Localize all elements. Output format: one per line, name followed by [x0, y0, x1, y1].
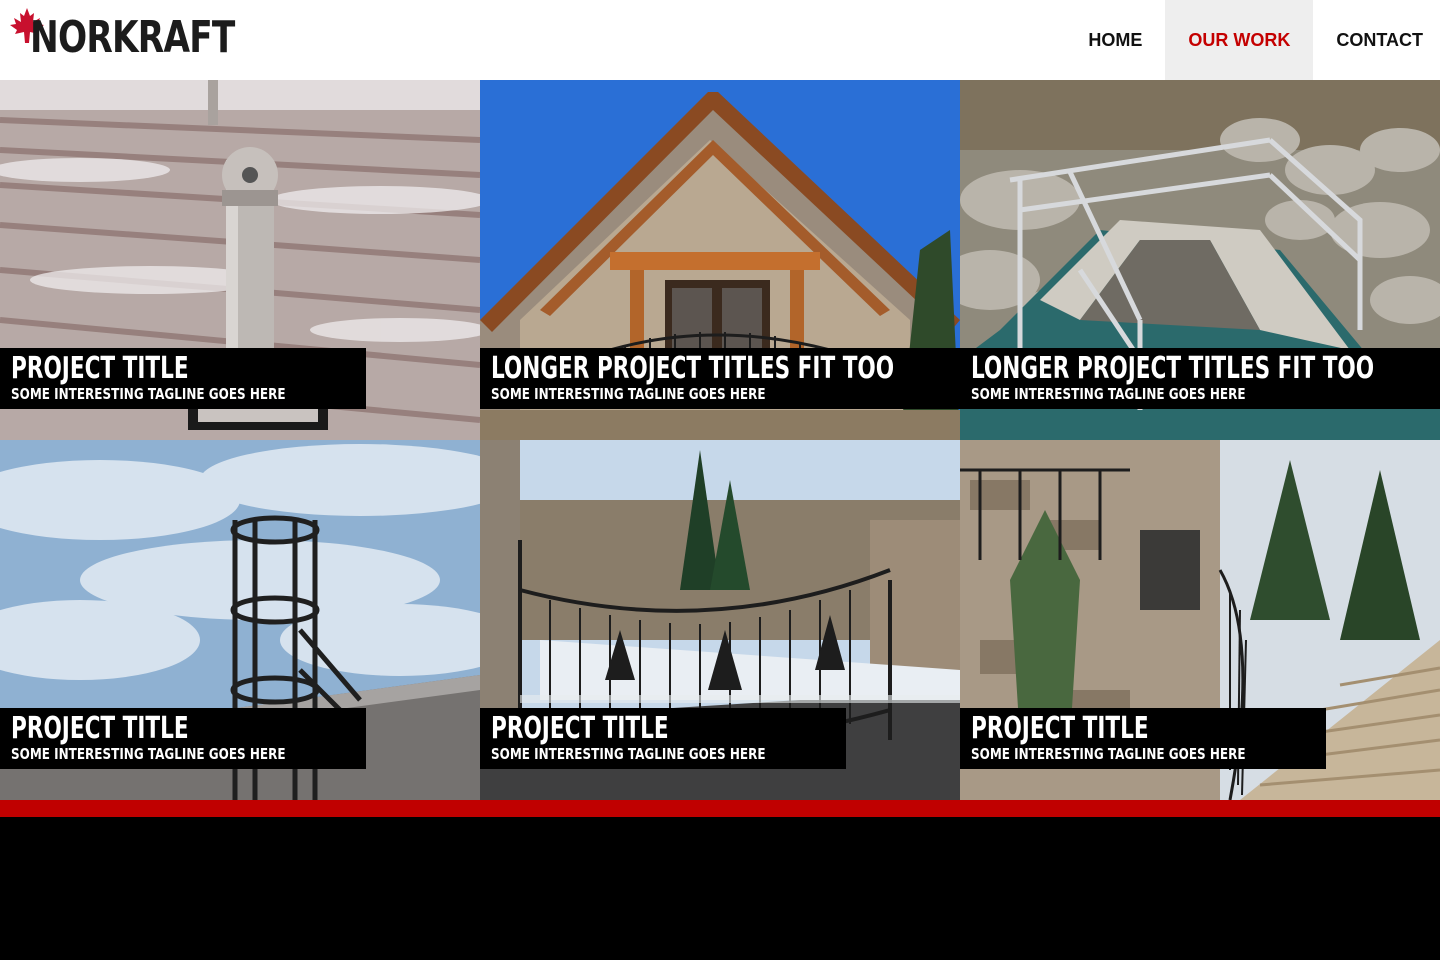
project-caption: LONGER PROJECT TITLES FIT TOO SOME INTER…: [480, 348, 960, 409]
nav-our-work[interactable]: OUR WORK: [1165, 0, 1314, 80]
nav-contact[interactable]: CONTACT: [1313, 0, 1440, 80]
project-caption: PROJECT TITLE SOME INTERESTING TAGLINE G…: [0, 708, 367, 769]
project-tagline: SOME INTERESTING TAGLINE GOES HERE: [971, 745, 1246, 763]
project-title: PROJECT TITLE: [491, 711, 669, 746]
project-title: PROJECT TITLE: [11, 351, 189, 386]
project-tile[interactable]: PROJECT TITLE SOME INTERESTING TAGLINE G…: [0, 440, 480, 800]
project-tagline: SOME INTERESTING TAGLINE GOES HERE: [491, 745, 766, 763]
project-tile[interactable]: PROJECT TITLE SOME INTERESTING TAGLINE G…: [480, 440, 960, 800]
brand-wordmark: NORKRAFT: [30, 12, 235, 63]
site-header: NORKRAFT HOME OUR WORK CONTACT: [0, 0, 1440, 80]
project-grid: PROJECT TITLE SOME INTERESTING TAGLINE G…: [0, 80, 1440, 800]
project-title: LONGER PROJECT TITLES FIT TOO: [971, 351, 1375, 386]
site-footer: [0, 817, 1440, 960]
project-tagline: SOME INTERESTING TAGLINE GOES HERE: [971, 385, 1246, 403]
logo[interactable]: NORKRAFT: [0, 0, 240, 80]
project-caption: LONGER PROJECT TITLES FIT TOO SOME INTER…: [960, 348, 1440, 409]
project-caption: PROJECT TITLE SOME INTERESTING TAGLINE G…: [0, 348, 367, 409]
project-tagline: SOME INTERESTING TAGLINE GOES HERE: [491, 385, 766, 403]
project-tile[interactable]: LONGER PROJECT TITLES FIT TOO SOME INTER…: [960, 80, 1440, 440]
main-nav: HOME OUR WORK CONTACT: [1065, 0, 1440, 80]
footer-accent-bar: [0, 800, 1440, 817]
project-tagline: SOME INTERESTING TAGLINE GOES HERE: [11, 385, 286, 403]
project-tagline: SOME INTERESTING TAGLINE GOES HERE: [11, 745, 286, 763]
project-tile[interactable]: PROJECT TITLE SOME INTERESTING TAGLINE G…: [960, 440, 1440, 800]
project-tile[interactable]: PROJECT TITLE SOME INTERESTING TAGLINE G…: [0, 80, 480, 440]
project-tile[interactable]: LONGER PROJECT TITLES FIT TOO SOME INTER…: [480, 80, 960, 440]
project-caption: PROJECT TITLE SOME INTERESTING TAGLINE G…: [960, 708, 1327, 769]
project-caption: PROJECT TITLE SOME INTERESTING TAGLINE G…: [480, 708, 847, 769]
project-title: PROJECT TITLE: [971, 711, 1149, 746]
project-title: LONGER PROJECT TITLES FIT TOO: [491, 351, 895, 386]
project-title: PROJECT TITLE: [11, 711, 189, 746]
nav-home[interactable]: HOME: [1065, 0, 1165, 80]
